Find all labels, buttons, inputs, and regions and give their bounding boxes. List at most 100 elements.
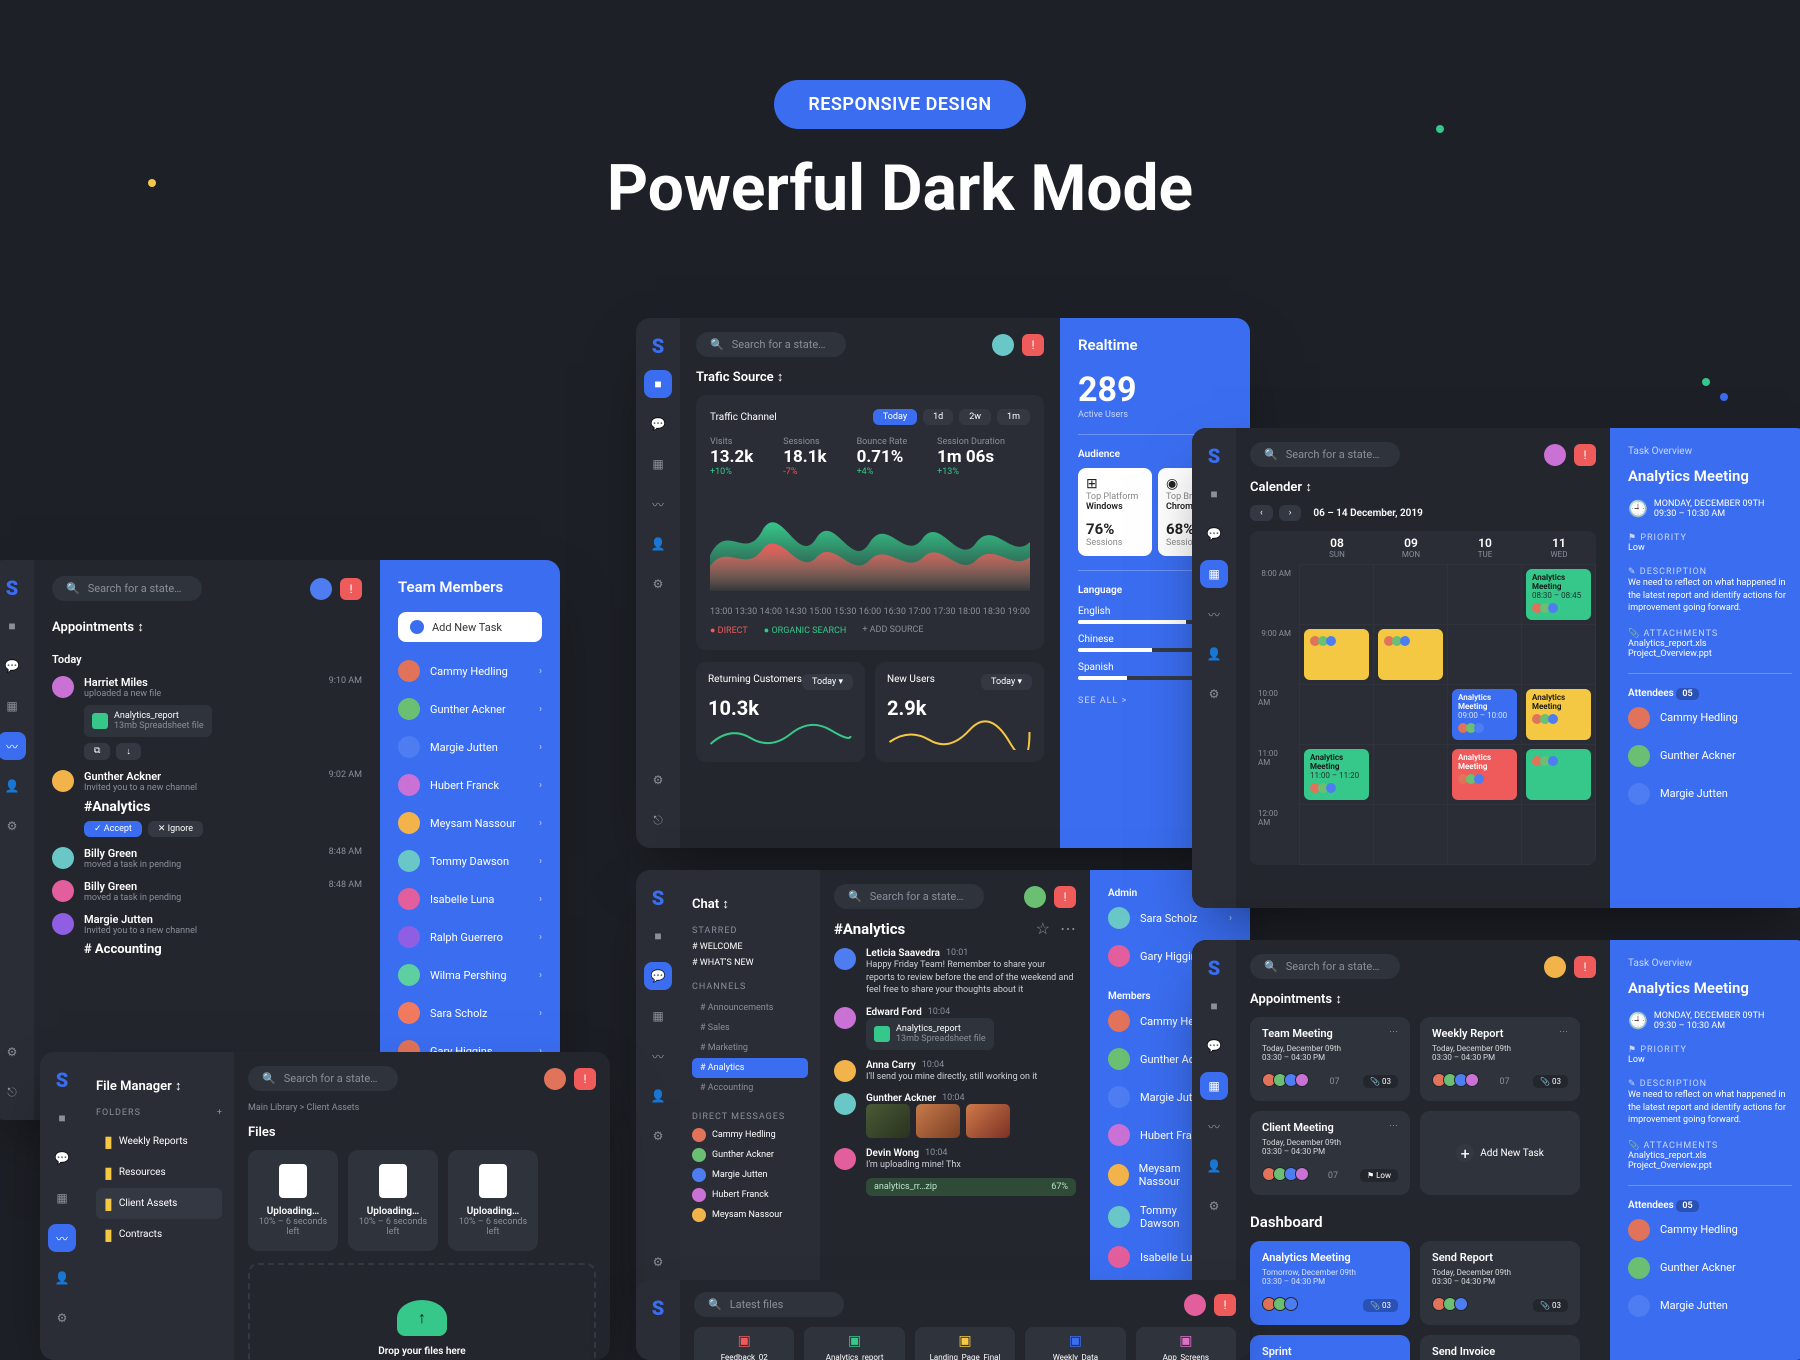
attendee-row[interactable]: Gunther Ackner — [1628, 1249, 1792, 1287]
nav-calendar-icon[interactable]: ▦ — [1200, 1072, 1228, 1100]
nav-settings-icon[interactable]: ⚙ — [48, 1304, 76, 1332]
nav-settings-icon[interactable]: ⚙ — [644, 1122, 672, 1150]
channel-link[interactable]: # Sales — [692, 1018, 808, 1038]
alert-button[interactable]: ! — [1022, 334, 1044, 356]
search-input[interactable]: 🔍 Search for a state… — [834, 884, 984, 909]
nav-users-icon[interactable]: 👤 — [644, 530, 672, 558]
dashboard-card[interactable]: Send InvoiceToday, December 09th03:30 – … — [1420, 1335, 1580, 1360]
team-member-row[interactable]: Cammy Hedling› — [398, 652, 542, 690]
recent-file[interactable]: ▣Weekly_Data — [1025, 1327, 1125, 1360]
team-member-row[interactable]: Sara Scholz› — [398, 994, 542, 1032]
period-tab[interactable]: 1d — [923, 409, 953, 425]
task-card[interactable]: Weekly Report⋯Today, December 09th03:30 … — [1420, 1017, 1580, 1101]
nav-calendar-icon[interactable]: ▦ — [48, 1184, 76, 1212]
folder-item[interactable]: ▮Resources — [96, 1157, 222, 1188]
team-member-row[interactable]: Gunther Ackner› — [398, 690, 542, 728]
file-card[interactable]: ▣Uploading…10% – 6 seconds left — [448, 1150, 538, 1251]
nav-settings-icon[interactable]: ⚙ — [0, 812, 26, 840]
breadcrumb[interactable]: Main Library > Client Assets — [248, 1103, 596, 1113]
attendee-row[interactable]: Cammy Hedling — [1628, 1211, 1792, 1249]
calendar-event[interactable] — [1304, 629, 1369, 680]
next-button[interactable]: › — [1279, 505, 1302, 521]
recent-file[interactable]: ▣Analytics_report — [804, 1327, 904, 1360]
nav-analytics-icon[interactable]: 〰 — [0, 732, 26, 760]
alert-button[interactable]: ! — [1214, 1294, 1236, 1316]
nav-analytics-icon[interactable]: 〰 — [644, 1042, 672, 1070]
channel-link[interactable]: # WELCOME — [692, 942, 808, 952]
calendar-event[interactable]: Analytics Meeting — [1526, 689, 1591, 740]
nav-settings-icon[interactable]: ⚙ — [1200, 680, 1228, 708]
add-folder-button[interactable]: + — [217, 1108, 222, 1118]
channel-link[interactable]: # Analytics — [692, 1058, 808, 1078]
attendee-row[interactable]: Margie Jutten — [1628, 1287, 1792, 1325]
period-chip[interactable]: Today ▾ — [981, 674, 1032, 690]
nav-users-icon[interactable]: 👤 — [1200, 640, 1228, 668]
nav-settings-icon[interactable]: ⚙ — [1200, 1192, 1228, 1220]
nav-analytics-icon[interactable]: 〰 — [644, 490, 672, 518]
ignore-button[interactable]: ✕ Ignore — [148, 821, 203, 837]
team-member-row[interactable]: Isabelle Luna› — [398, 880, 542, 918]
alert-button[interactable]: ! — [1054, 886, 1076, 908]
team-member-row[interactable]: Wilma Pershing› — [398, 956, 542, 994]
recent-file[interactable]: ▣App_Screens — [1136, 1327, 1236, 1360]
file-card[interactable]: ▤Uploading…10% – 6 seconds left — [248, 1150, 338, 1251]
nav-chat-icon[interactable]: 💬 — [48, 1144, 76, 1172]
avatar[interactable] — [310, 578, 332, 600]
nav-chat-icon[interactable]: 💬 — [644, 962, 672, 990]
nav-gear-icon[interactable]: ⚙ — [644, 766, 672, 794]
search-input[interactable]: 🔍 Search for a state… — [1250, 954, 1400, 979]
nav-chat-icon[interactable]: 💬 — [0, 652, 26, 680]
period-tab[interactable]: 2w — [959, 409, 991, 425]
nav-users-icon[interactable]: 👤 — [0, 772, 26, 800]
avatar[interactable] — [544, 1068, 566, 1090]
attendee-row[interactable]: Gunther Ackner — [1628, 737, 1792, 775]
nav-home-icon[interactable]: ■ — [1200, 992, 1228, 1020]
dm-link[interactable]: Gunther Ackner — [692, 1148, 808, 1162]
calendar-event[interactable] — [1378, 629, 1443, 680]
recent-file[interactable]: ▣Landing_Page_Final — [915, 1327, 1015, 1360]
channel-link[interactable]: # WHAT'S NEW — [692, 958, 808, 968]
alert-button[interactable]: ! — [1574, 444, 1596, 466]
nav-settings-icon[interactable]: ⚙ — [644, 570, 672, 598]
search-input[interactable]: 🔍 Search for a state… — [1250, 442, 1400, 467]
nav-analytics-icon[interactable]: 〰 — [48, 1224, 76, 1252]
channel-link[interactable]: # Marketing — [692, 1038, 808, 1058]
alert-button[interactable]: ! — [1574, 956, 1596, 978]
nav-calendar-icon[interactable]: ▦ — [644, 450, 672, 478]
add-source-button[interactable]: + ADD SOURCE — [862, 625, 923, 636]
nav-gear-icon[interactable]: ⚙ — [0, 1038, 26, 1066]
nav-chat-icon[interactable]: 💬 — [644, 410, 672, 438]
nav-home-icon[interactable]: ■ — [644, 370, 672, 398]
nav-analytics-icon[interactable]: 〰 — [1200, 1112, 1228, 1140]
avatar[interactable] — [1544, 444, 1566, 466]
nav-users-icon[interactable]: 👤 — [644, 1082, 672, 1110]
nav-users-icon[interactable]: 👤 — [48, 1264, 76, 1292]
nav-gear-icon[interactable]: ⚙ — [644, 1248, 672, 1276]
period-tab[interactable]: Today — [873, 409, 917, 425]
calendar-event[interactable]: Analytics Meeting11:00 – 11:20 — [1304, 749, 1369, 800]
nav-users-icon[interactable]: 👤 — [1200, 1152, 1228, 1180]
period-chip[interactable]: Today ▾ — [802, 674, 853, 690]
nav-logout-icon[interactable]: ⎋ — [0, 1078, 26, 1106]
recent-file[interactable]: ▣Feedback_02 — [694, 1327, 794, 1360]
alert-button[interactable]: ! — [574, 1068, 596, 1090]
latest-search[interactable]: 🔍 Latest files — [694, 1292, 844, 1317]
search-input[interactable]: 🔍 Search for a state… — [52, 576, 202, 601]
more-icon[interactable]: ⋯ — [1060, 919, 1076, 938]
calendar-event[interactable] — [1526, 749, 1591, 800]
team-member-row[interactable]: Hubert Franck› — [398, 766, 542, 804]
nav-calendar-icon[interactable]: ▦ — [1200, 560, 1228, 588]
nav-home-icon[interactable]: ■ — [1200, 480, 1228, 508]
add-task-input[interactable]: Add New Task — [398, 612, 542, 642]
nav-home-icon[interactable]: ■ — [48, 1104, 76, 1132]
avatar[interactable] — [1544, 956, 1566, 978]
task-card[interactable]: Client Meeting⋯Today, December 09th03:30… — [1250, 1111, 1410, 1195]
avatar[interactable] — [1184, 1294, 1206, 1316]
nav-home-icon[interactable]: ■ — [644, 922, 672, 950]
search-input[interactable]: 🔍 Search for a state… — [696, 332, 846, 357]
channel-link[interactable]: # Accounting — [692, 1078, 808, 1098]
dropzone[interactable]: Drop your files here — [248, 1263, 596, 1360]
nav-home-icon[interactable]: ■ — [0, 612, 26, 640]
add-task-card[interactable]: +Add New Task — [1420, 1111, 1580, 1195]
prev-button[interactable]: ‹ — [1250, 505, 1273, 521]
